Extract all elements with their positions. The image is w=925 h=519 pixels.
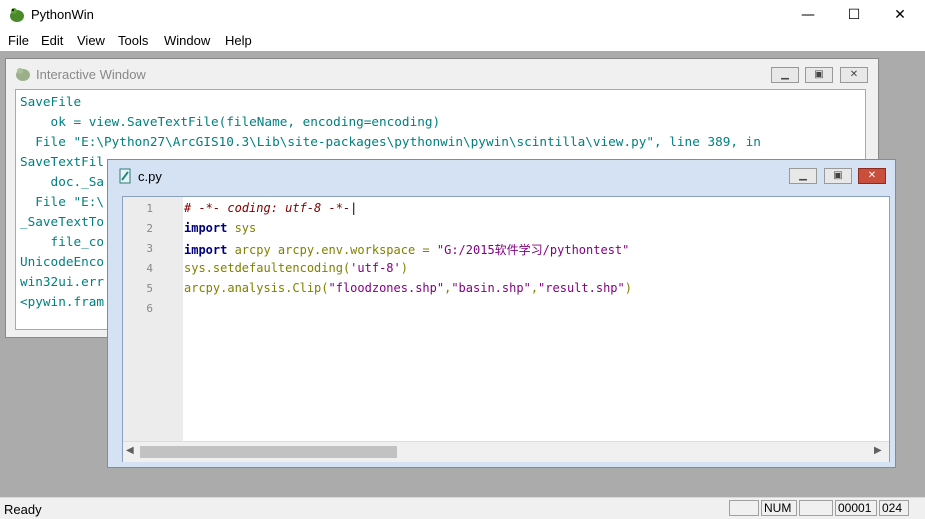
line-number: 2 bbox=[146, 222, 153, 235]
python-app-icon bbox=[10, 8, 24, 22]
close-button[interactable]: ✕ bbox=[877, 0, 923, 30]
output-line: _SaveTextTo bbox=[20, 214, 105, 229]
menu-file[interactable]: File bbox=[8, 33, 29, 48]
line-number-gutter: 1 2 3 4 5 6 bbox=[123, 197, 183, 442]
editor-window[interactable]: c.py ▁ ▣ ✕ 1 2 3 4 5 6 # -*- coding: utf… bbox=[107, 159, 896, 468]
code-punct: ) bbox=[400, 261, 408, 275]
interactive-window-title: Interactive Window bbox=[36, 67, 146, 82]
interactive-window-caption[interactable]: Interactive Window ▁ ▣ ✕ bbox=[6, 59, 878, 89]
line-number: 3 bbox=[146, 242, 153, 255]
code-string: "result.shp" bbox=[538, 281, 625, 295]
code-identifier: sys.setdefaultencoding( bbox=[184, 261, 351, 275]
scrollbar-thumb[interactable] bbox=[140, 446, 397, 458]
scroll-right-icon[interactable]: ▶ bbox=[874, 445, 882, 456]
code-punct: , bbox=[530, 281, 539, 295]
status-column-number: 024 bbox=[879, 500, 909, 516]
output-line: UnicodeEnco bbox=[20, 254, 105, 269]
code-string: "floodzones.shp" bbox=[328, 281, 445, 295]
code-keyword: import bbox=[184, 243, 228, 257]
iw-close-button[interactable]: ✕ bbox=[840, 67, 868, 83]
output-line: File "E:\Python27\ArcGIS10.3\Lib\site-pa… bbox=[20, 134, 761, 149]
editor-close-button[interactable]: ✕ bbox=[858, 168, 886, 184]
line-number: 1 bbox=[146, 202, 153, 215]
python-window-icon bbox=[16, 68, 30, 81]
editor-window-caption[interactable]: c.py ▁ ▣ ✕ bbox=[108, 160, 895, 192]
horizontal-scrollbar[interactable]: ◀ ▶ bbox=[123, 441, 889, 462]
code-editor[interactable]: 1 2 3 4 5 6 # -*- coding: utf-8 -*-| imp… bbox=[122, 196, 890, 462]
menu-help[interactable]: Help bbox=[225, 33, 252, 48]
code-line: import sys bbox=[184, 221, 256, 235]
status-panel-empty bbox=[799, 500, 833, 516]
line-number: 6 bbox=[146, 302, 153, 315]
output-line: File "E:\ bbox=[20, 194, 105, 209]
editor-minimize-button[interactable]: ▁ bbox=[789, 168, 817, 184]
code-string: "basin.shp" bbox=[451, 281, 531, 295]
title-bar: PythonWin — ☐ ✕ bbox=[0, 0, 925, 30]
document-icon bbox=[119, 168, 131, 184]
editor-restore-button[interactable]: ▣ bbox=[824, 168, 852, 184]
code-string: "G:/2015软件学习/pythontest" bbox=[436, 243, 630, 257]
output-line: SaveTextFil bbox=[20, 154, 105, 169]
output-line: file_co bbox=[20, 234, 105, 249]
output-line: doc._Sa bbox=[20, 174, 105, 189]
status-bar: Ready NUM 00001 024 bbox=[0, 497, 925, 519]
code-identifier: sys bbox=[227, 221, 257, 235]
output-line: <pywin.fram bbox=[20, 294, 105, 309]
code-identifier: arcpy.analysis.Clip( bbox=[184, 281, 329, 295]
text-cursor: | bbox=[350, 201, 358, 215]
code-identifier: arcpy arcpy.env.workspace = bbox=[227, 243, 437, 257]
iw-minimize-button[interactable]: ▁ bbox=[771, 67, 799, 83]
maximize-button[interactable]: ☐ bbox=[831, 0, 877, 30]
code-comment: # -*- coding: utf-8 -*- bbox=[184, 201, 351, 215]
menu-window[interactable]: Window bbox=[164, 33, 210, 48]
status-text: Ready bbox=[4, 502, 42, 517]
code-keyword: import bbox=[184, 221, 228, 235]
status-num-indicator: NUM bbox=[761, 500, 797, 516]
scroll-left-icon[interactable]: ◀ bbox=[126, 445, 134, 456]
output-line: ok = view.SaveTextFile(fileName, encodin… bbox=[20, 114, 441, 129]
menu-tools[interactable]: Tools bbox=[118, 33, 148, 48]
output-line: SaveFile bbox=[20, 94, 82, 109]
menu-edit[interactable]: Edit bbox=[41, 33, 63, 48]
status-line-number: 00001 bbox=[835, 500, 877, 516]
menu-view[interactable]: View bbox=[77, 33, 105, 48]
iw-restore-button[interactable]: ▣ bbox=[805, 67, 833, 83]
editor-window-title: c.py bbox=[138, 169, 162, 184]
app-title: PythonWin bbox=[31, 7, 94, 22]
code-line: arcpy.analysis.Clip("floodzones.shp","ba… bbox=[184, 281, 632, 295]
code-string: 'utf-8' bbox=[350, 261, 401, 275]
code-line: import arcpy arcpy.env.workspace = "G:/2… bbox=[184, 241, 629, 258]
line-number: 4 bbox=[146, 262, 153, 275]
status-panel-empty bbox=[729, 500, 759, 516]
code-line: sys.setdefaultencoding('utf-8') bbox=[184, 261, 408, 275]
line-number: 5 bbox=[146, 282, 153, 295]
output-line: win32ui.err bbox=[20, 274, 105, 289]
code-line: # -*- coding: utf-8 -*-| bbox=[184, 201, 357, 215]
minimize-button[interactable]: — bbox=[785, 0, 831, 30]
code-punct: ) bbox=[624, 281, 632, 295]
